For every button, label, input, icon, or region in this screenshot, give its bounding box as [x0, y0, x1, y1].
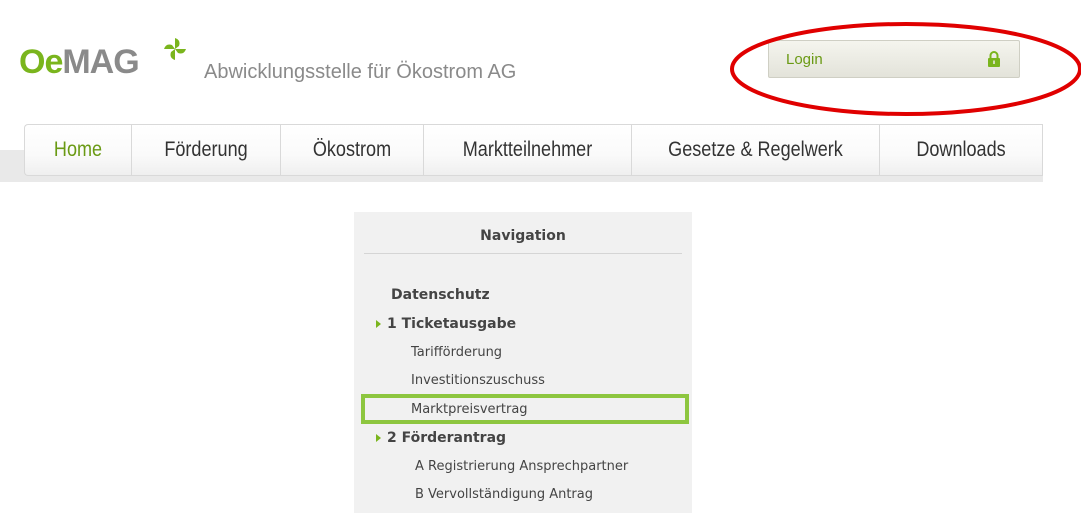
nav-item-label: Datenschutz [391, 287, 490, 303]
nav-item-label: Tarifförderung [411, 344, 503, 360]
arrow-right-icon [376, 434, 381, 442]
menu-item-home[interactable]: Home [32, 125, 123, 175]
login-label: Login [786, 50, 823, 68]
nav-item-label: Investitionszuschuss [411, 372, 545, 388]
nav-item-tariffoerderung[interactable]: Tarifförderung [354, 341, 692, 363]
main-menu: Home Förderung Ökostrom Marktteilnehmer … [24, 124, 1043, 176]
menu-item-gesetze-regelwerk[interactable]: Gesetze & Regelwerk [649, 125, 861, 175]
nav-item-datenschutz[interactable]: Datenschutz [354, 284, 692, 306]
nav-item-label: Marktpreisvertrag [411, 401, 528, 417]
nav-item-foerderantrag[interactable]: 2 Förderantrag [354, 427, 692, 449]
pinwheel-icon [164, 38, 186, 60]
nav-item-ticketausgabe[interactable]: 1 Ticketausgabe [354, 313, 692, 335]
menu-item-marktteilnehmer[interactable]: Marktteilnehmer [438, 125, 616, 175]
nav-item-investitionszuschuss[interactable]: Investitionszuschuss [354, 369, 692, 391]
navigation-title: Navigation [480, 228, 566, 244]
menu-item-oekostrom[interactable]: Ökostrom [291, 125, 413, 175]
nav-item-registrierung-ansprechpartner[interactable]: A Registrierung Ansprechpartner [354, 455, 692, 477]
nav-item-vervollstaendigung-antrag[interactable]: B Vervollständigung Antrag [354, 483, 692, 505]
menu-separator [423, 125, 424, 175]
menu-item-foerderung[interactable]: Förderung [142, 125, 269, 175]
menu-separator [1042, 125, 1043, 175]
menu-separator [879, 125, 880, 175]
nav-item-label: 1 Ticketausgabe [387, 316, 517, 332]
logo-oe-text: Oe [19, 43, 63, 81]
lock-icon [988, 51, 1000, 67]
logo-mag-text: MAG [62, 43, 139, 81]
menu-item-downloads[interactable]: Downloads [891, 125, 1030, 175]
nav-item-marktpreisvertrag[interactable]: Marktpreisvertrag [354, 398, 692, 420]
navigation-divider [364, 253, 682, 254]
nav-item-label: 2 Förderantrag [387, 430, 507, 446]
nav-item-label: A Registrierung Ansprechpartner [415, 458, 629, 474]
arrow-right-icon [376, 320, 381, 328]
menu-separator [631, 125, 632, 175]
tagline: Abwicklungsstelle für Ökostrom AG [204, 61, 517, 83]
oemag-logo[interactable]: OeMAG [19, 42, 140, 82]
menu-separator [131, 125, 132, 175]
login-button[interactable]: Login [768, 40, 1020, 78]
menu-separator [280, 125, 281, 175]
nav-item-label: B Vervollständigung Antrag [415, 486, 593, 502]
navigation-panel: Navigation Datenschutz 1 Ticketausgabe T… [354, 212, 692, 513]
